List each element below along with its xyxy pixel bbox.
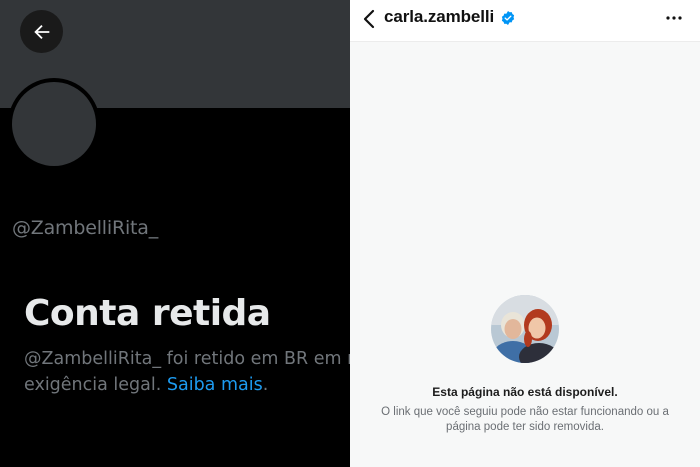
arrow-left-icon <box>33 24 49 39</box>
withheld-title: Conta retida <box>24 293 271 334</box>
unavailable-subtitle: O link que você seguiu pode não estar fu… <box>381 406 669 433</box>
withheld-message-suffix: . <box>262 375 269 395</box>
withheld-message-line2: exigência legal. Saiba mais. <box>24 372 350 398</box>
instagram-header: carla.zambelli <box>350 0 700 42</box>
profile-username: carla.zambelli <box>384 7 495 26</box>
verified-badge-icon <box>501 11 515 25</box>
withheld-message-line1: @ZambelliRita_ foi retido em BR em re <box>24 349 350 369</box>
profile-handle: @ZambelliRita_ <box>12 217 159 239</box>
withheld-message-prefix: exigência legal. <box>24 375 167 395</box>
profile-photo <box>491 295 559 363</box>
learn-more-link[interactable]: Saiba mais <box>167 375 263 395</box>
chevron-left-icon[interactable] <box>358 7 382 31</box>
unavailable-title: Esta página não está disponível. <box>432 385 618 399</box>
twitter-withheld-screen: @ZambelliRita_ Conta retida @ZambelliRit… <box>0 0 350 467</box>
withheld-message: @ZambelliRita_ foi retido em BR em re ex… <box>24 346 350 398</box>
back-button[interactable] <box>20 10 63 53</box>
more-options-icon[interactable] <box>665 9 683 27</box>
instagram-unavailable-screen: carla.zambelli Esta página não está disp… <box>350 0 700 467</box>
avatar <box>12 82 96 166</box>
